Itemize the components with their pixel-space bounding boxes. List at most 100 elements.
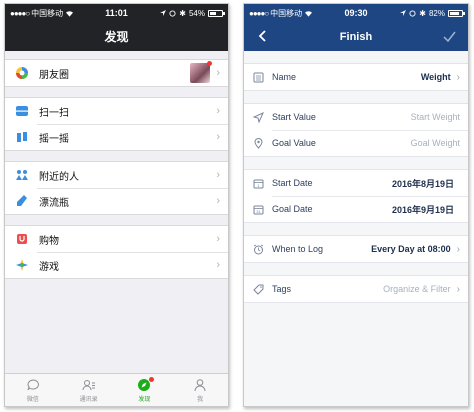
- page-title: 发现: [104, 30, 129, 44]
- start-value-row[interactable]: Start Value Start Weight: [244, 104, 468, 130]
- list-icon: [253, 72, 264, 83]
- shopping-icon: [15, 232, 29, 246]
- menu-item-games[interactable]: 游戏 ›: [5, 252, 228, 278]
- menu-item-label: 摇一摇: [39, 133, 69, 145]
- menu-item-nearby-people[interactable]: 附近的人 ›: [5, 162, 228, 188]
- chevron-right-icon: ›: [216, 195, 220, 207]
- carrier-label: 中国移动: [270, 8, 303, 18]
- scan-icon: [15, 104, 29, 118]
- battery-icon: [208, 9, 225, 17]
- alarm-clock-icon: [253, 244, 264, 255]
- wifi-icon: [66, 10, 74, 17]
- when-to-log-label: When to Log: [272, 244, 324, 254]
- chevron-right-icon: ›: [456, 243, 460, 255]
- alarm-icon: [409, 9, 416, 17]
- group-reminder: When to Log Every Day at 08:00 ›: [244, 235, 468, 263]
- tab-bar: 微信 通讯录 发现 我: [5, 373, 228, 406]
- group-moments: 朋友圈 ›: [5, 59, 228, 87]
- bluetooth-icon: ✱: [419, 8, 426, 18]
- tab-discover[interactable]: 发现: [117, 374, 173, 406]
- chevron-right-icon: ›: [216, 259, 220, 271]
- tab-label: 通讯录: [79, 396, 98, 403]
- location-icon: [400, 9, 407, 16]
- group-dates: 1 Start Date 2016年8月19日 31 Goal Date 201…: [244, 169, 468, 223]
- menu-item-label: 购物: [39, 235, 59, 247]
- habit-goal-screen: ●●●●○ 中国移动 09:30 ✱ 82% Finish Name Weigh…: [243, 3, 469, 407]
- status-bar: ●●●●○ 中国移动 09:30 ✱ 82%: [244, 4, 468, 22]
- svg-text:31: 31: [256, 209, 261, 214]
- tab-label: 微信: [26, 396, 39, 403]
- goal-date-row[interactable]: 31 Goal Date 2016年9月19日: [244, 196, 468, 222]
- tags-label: Tags: [272, 284, 292, 294]
- nav-bar: Finish: [244, 22, 468, 51]
- start-date-value: 2016年8月19日: [391, 178, 454, 189]
- goal-value-label: Goal Value: [272, 138, 316, 148]
- drift-bottle-icon: [15, 194, 29, 208]
- tab-me[interactable]: 我: [172, 374, 228, 406]
- moments-icon: [15, 66, 29, 80]
- group-nearby: 附近的人 › 漂流瓶 ›: [5, 161, 228, 215]
- tab-label: 我: [197, 396, 204, 403]
- chevron-right-icon: ›: [216, 131, 220, 143]
- tags-row[interactable]: Tags Organize & Filter ›: [244, 276, 468, 302]
- nearby-people-icon: [15, 168, 29, 182]
- start-date-row[interactable]: 1 Start Date 2016年8月19日: [244, 170, 468, 196]
- menu-item-scan[interactable]: 扫一扫 ›: [5, 98, 228, 124]
- shake-icon: [15, 130, 29, 144]
- games-icon: [15, 258, 29, 272]
- page-title: Finish: [339, 30, 373, 43]
- person-icon: [193, 378, 207, 392]
- when-to-log-value: Every Day at 08:00: [371, 244, 451, 254]
- tab-chats[interactable]: 微信: [5, 374, 61, 406]
- status-bar: ●●●●○ 中国移动 11:01 ✱ 54%: [5, 4, 228, 22]
- location-icon: [160, 9, 167, 16]
- location-pin-icon: [253, 137, 264, 149]
- chevron-left-icon[interactable]: [254, 29, 270, 45]
- menu-item-shake[interactable]: 摇一摇 ›: [5, 124, 228, 150]
- signal-icon: ●●●●○: [10, 8, 30, 18]
- menu-item-shopping[interactable]: 购物 ›: [5, 226, 228, 252]
- menu-item-label: 漂流瓶: [39, 197, 69, 209]
- tab-contacts[interactable]: 通讯录: [61, 374, 117, 406]
- calendar-icon: 1: [253, 178, 264, 189]
- name-value: Weight: [420, 72, 451, 82]
- name-row[interactable]: Name Weight ›: [244, 64, 468, 90]
- start-value-label: Start Value: [272, 112, 316, 122]
- menu-item-label: 扫一扫: [39, 107, 69, 119]
- wechat-discover-screen: ●●●●○ 中国移动 11:01 ✱ 54% 发现 朋友圈 › 扫一扫 › 摇一…: [4, 3, 229, 407]
- carrier-label: 中国移动: [31, 8, 64, 18]
- wifi-icon: [305, 10, 313, 17]
- contacts-icon: [82, 378, 96, 392]
- goal-date-label: Goal Date: [272, 204, 313, 214]
- battery-percent: 82%: [428, 8, 445, 18]
- chat-bubble-icon: [26, 378, 40, 392]
- bluetooth-icon: ✱: [179, 8, 186, 18]
- tab-label: 发现: [138, 396, 151, 403]
- goal-value-input[interactable]: Goal Weight: [411, 138, 460, 148]
- chevron-right-icon: ›: [216, 233, 220, 245]
- checkmark-icon[interactable]: [442, 29, 458, 45]
- when-to-log-row[interactable]: When to Log Every Day at 08:00 ›: [244, 236, 468, 262]
- goal-value-row[interactable]: Goal Value Goal Weight: [244, 130, 468, 156]
- chevron-right-icon: ›: [456, 283, 460, 295]
- tag-icon: [253, 284, 264, 295]
- menu-item-moments[interactable]: 朋友圈 ›: [5, 60, 228, 86]
- goal-date-value: 2016年9月19日: [391, 204, 454, 215]
- menu-item-label: 附近的人: [39, 171, 79, 183]
- compass-icon: [137, 376, 155, 392]
- group-shopping-games: 购物 › 游戏 ›: [5, 225, 228, 279]
- group-name: Name Weight ›: [244, 63, 468, 91]
- menu-item-drift-bottle[interactable]: 漂流瓶 ›: [5, 188, 228, 214]
- alarm-icon: [169, 9, 176, 17]
- start-date-label: Start Date: [272, 178, 313, 188]
- group-values: Start Value Start Weight Goal Value Goal…: [244, 103, 468, 157]
- start-value-input[interactable]: Start Weight: [411, 112, 460, 122]
- nav-bar: 发现: [5, 22, 228, 51]
- battery-icon: [448, 9, 465, 17]
- send-icon: [253, 111, 264, 123]
- battery-percent: 54%: [188, 8, 205, 18]
- svg-text:1: 1: [257, 183, 260, 188]
- chevron-right-icon: ›: [456, 71, 460, 83]
- name-label: Name: [272, 72, 297, 82]
- signal-icon: ●●●●○: [249, 8, 269, 18]
